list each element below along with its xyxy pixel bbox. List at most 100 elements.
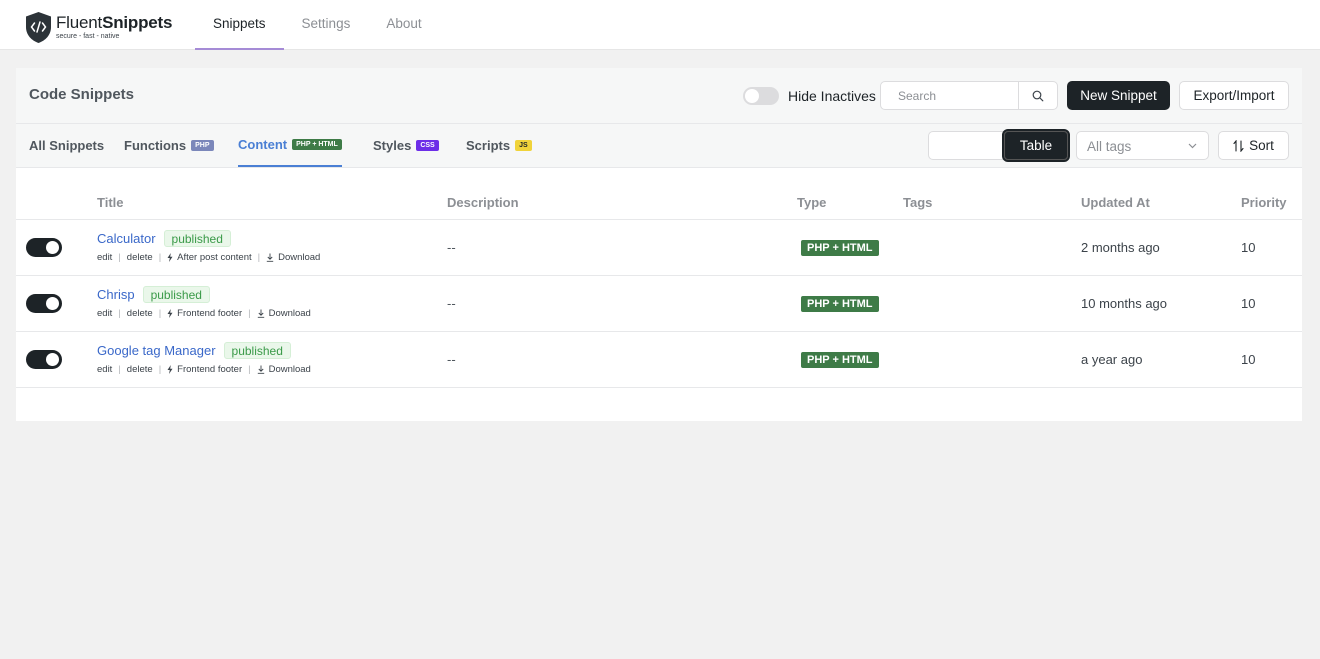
code-shield-icon [26,11,51,43]
separator: | [248,364,251,375]
edit-link[interactable]: edit [97,364,112,375]
snippet-title-link[interactable]: Google tag Manager [97,343,216,358]
row-actions: edit | delete | Frontend footer | Download [97,364,311,375]
php-html-badge: PHP + HTML [292,139,342,150]
snippet-updated-at: 10 months ago [1081,296,1168,311]
separator: | [118,364,121,375]
download-link[interactable]: Download [266,252,320,263]
brand-logo[interactable]: FluentSnippets secure - fast - native [24,10,172,44]
nav-snippets[interactable]: Snippets [195,0,284,50]
table-row: Google tag Manager published edit | delet… [16,332,1302,388]
top-bar: FluentSnippets secure - fast - native Sn… [0,0,1320,50]
delete-link[interactable]: delete [127,364,153,375]
bolt-icon [167,365,173,374]
tab-functions[interactable]: Functions PHP [124,124,214,167]
separator: | [158,308,162,319]
js-badge: JS [515,140,532,151]
nav-settings[interactable]: Settings [284,0,369,50]
row-actions: edit | delete | Frontend footer | Download [97,308,311,319]
bolt-icon [167,253,173,262]
tab-styles[interactable]: Styles CSS [373,124,439,167]
search-icon [1032,90,1044,101]
separator: | [248,308,251,319]
snippet-title-link[interactable]: Chrisp [97,287,135,302]
row-actions: edit | delete | After post content | Downlo… [97,252,320,263]
hide-inactives-toggle[interactable] [743,87,779,105]
snippet-description: -- [447,296,456,311]
column-type: Type [797,195,827,210]
delete-link[interactable]: delete [127,252,153,263]
snippet-title-link[interactable]: Calculator [97,231,156,246]
snippet-enabled-toggle[interactable] [26,294,62,313]
snippet-description: -- [447,352,456,367]
snippet-updated-at: a year ago [1081,352,1143,367]
separator: | [158,252,162,263]
sort-label: Sort [1249,138,1274,153]
hide-inactives-control[interactable]: Hide Inactives [743,85,876,107]
run-location: Frontend footer [167,364,242,375]
download-icon [257,309,264,318]
edit-link[interactable]: edit [97,308,112,319]
column-tags: Tags [903,195,933,210]
download-icon [266,253,274,262]
php-badge: PHP [191,140,214,151]
column-updated-at[interactable]: Updated At [1081,195,1150,210]
tab-content[interactable]: Content PHP + HTML [238,124,342,167]
snippet-enabled-toggle[interactable] [26,350,62,369]
brand-name: FluentSnippets [56,13,173,32]
snippet-type-badge: PHP + HTML [801,240,879,256]
snippets-card: Code Snippets Hide Inactives New Snippet… [16,68,1302,421]
status-badge: published [223,342,291,359]
sort-arrows-icon [1233,139,1244,152]
bolt-icon [167,309,173,318]
tags-select-value: All tags [1087,139,1132,154]
separator: | [118,308,121,319]
chevron-down-icon [1188,143,1197,149]
separator: | [158,364,162,375]
download-link[interactable]: Download [257,308,311,319]
run-location: Frontend footer [167,308,242,319]
tab-scripts[interactable]: Scripts JS [466,124,532,167]
search-button[interactable] [1018,82,1057,109]
export-import-button[interactable]: Export/Import [1179,81,1289,110]
type-tabs: All Snippets Functions PHP Content PHP + H… [16,124,1302,168]
download-icon [257,365,264,374]
column-priority[interactable]: Priority [1241,195,1287,210]
search-input[interactable] [881,82,1020,109]
table-row: Chrisp published edit | delete | Frontend … [16,276,1302,332]
snippet-priority: 10 [1241,240,1256,255]
separator: | [118,252,121,263]
view-table-button[interactable]: Table [1002,129,1070,162]
status-badge: published [142,286,210,303]
delete-link[interactable]: delete [127,308,153,319]
column-description: Description [447,195,519,210]
view-switcher: Table [928,129,1070,162]
snippet-priority: 10 [1241,352,1256,367]
download-link[interactable]: Download [257,364,311,375]
table-row: Calculator published edit | delete | After… [16,220,1302,276]
tags-select[interactable]: All tags [1076,131,1209,160]
page-title: Code Snippets [29,86,135,103]
card-header: Code Snippets Hide Inactives New Snippet… [16,68,1302,124]
nav-about[interactable]: About [368,0,439,50]
status-badge: published [163,230,231,247]
top-navigation: Snippets Settings About [195,0,440,50]
edit-link[interactable]: edit [97,252,112,263]
new-snippet-button[interactable]: New Snippet [1067,81,1170,110]
snippet-type-badge: PHP + HTML [801,296,879,312]
table-header: Title Description Type Tags Updated At P… [16,188,1302,220]
snippet-description: -- [447,240,456,255]
snippet-enabled-toggle[interactable] [26,238,62,257]
snippet-type-badge: PHP + HTML [801,352,879,368]
column-title[interactable]: Title [97,195,124,210]
hide-inactives-label: Hide Inactives [788,88,876,104]
sort-button[interactable]: Sort [1218,131,1289,160]
separator: | [257,252,261,263]
tab-all-snippets[interactable]: All Snippets [29,124,104,167]
snippet-updated-at: 2 months ago [1081,240,1160,255]
brand-tagline: secure - fast - native [56,33,120,40]
run-location: After post content [167,252,252,263]
css-badge: CSS [416,140,439,151]
snippet-priority: 10 [1241,296,1256,311]
search-box [880,81,1058,110]
